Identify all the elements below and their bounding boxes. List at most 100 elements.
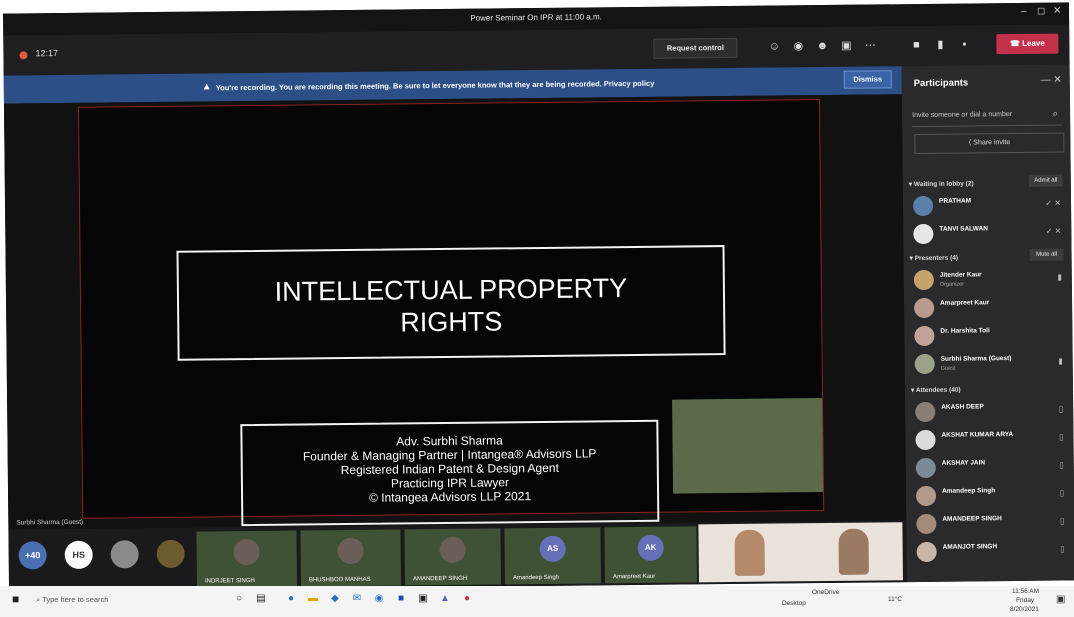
participant-name: Amarpreet Kaur — [612, 573, 656, 581]
admit-all-button[interactable]: Admit all — [1028, 174, 1063, 187]
participant-tile[interactable]: AS Amandeep Singh — [504, 527, 602, 585]
mic-icon[interactable]: ▮ — [931, 36, 949, 54]
close-panel-icon[interactable]: — ✕ — [1041, 75, 1062, 86]
list-item[interactable]: Dr. Harshita Toli — [914, 322, 1068, 350]
file-explorer-icon[interactable]: ▬ — [306, 592, 320, 606]
dismiss-button[interactable]: Dismiss — [843, 70, 892, 89]
list-item[interactable]: PRATHAM ✓ ✕ — [912, 192, 1067, 220]
participant-name: Amandeep Singh — [512, 574, 560, 582]
recording-icon — [19, 51, 28, 60]
invite-placeholder: Invite someone or dial a number — [912, 111, 1013, 120]
share-icon[interactable]: ▪ — [955, 35, 973, 53]
list-item[interactable]: AKSHAT KUMAR ARYA ▯ — [915, 426, 1069, 454]
chrome-icon[interactable]: ◉ — [372, 592, 386, 606]
mic-icon: ▮ — [1058, 356, 1063, 366]
avatar — [915, 457, 936, 479]
invite-input[interactable]: Invite someone or dial a number ⌕ — [912, 104, 1063, 128]
maximize-icon[interactable]: ◻ — [1037, 6, 1045, 17]
participant-name: AKASH DEEP — [941, 403, 984, 411]
attendees-heading[interactable]: ▾ Attendees (40) — [911, 386, 961, 395]
reactions-icon[interactable]: ☻ — [813, 37, 831, 55]
avatar — [913, 269, 934, 291]
avatar — [915, 401, 936, 423]
mic-off-icon: ▯ — [1059, 516, 1065, 526]
edge-icon[interactable]: ● — [284, 592, 298, 606]
people-icon[interactable]: ☺ — [765, 37, 783, 55]
share-invite-button[interactable]: ⟨ Share invite — [914, 132, 1065, 155]
video-person — [838, 528, 869, 575]
mic-off-icon: ▯ — [1059, 488, 1065, 498]
video-placeholder — [672, 398, 824, 494]
close-icon[interactable]: ✕ — [1053, 6, 1062, 17]
avatar[interactable] — [156, 539, 185, 569]
list-item[interactable]: TANVI SALWAN ✓ ✕ — [913, 220, 1067, 248]
store-icon[interactable]: ◆ — [328, 592, 342, 606]
participant-name: Surbhi Sharma (Guest) — [940, 355, 1012, 363]
participants-panel: Participants — ✕ Invite someone or dial … — [901, 64, 1074, 583]
camera-icon[interactable]: ■ — [907, 36, 925, 54]
avatar[interactable] — [110, 540, 139, 569]
mic-icon: ▮ — [1057, 272, 1062, 282]
participant-name: AMANJOT SINGH — [942, 543, 998, 551]
list-item[interactable]: AMANJOT SINGH ▯ — [916, 538, 1071, 566]
more-icon[interactable]: ⋯ — [861, 36, 879, 54]
taskbar-search-input[interactable]: ⌕ Type here to search — [36, 595, 108, 605]
admit-deny-icons[interactable]: ✓ ✕ — [1046, 227, 1062, 236]
list-item[interactable]: Jitender Kaur Organizer ▮ — [913, 266, 1068, 294]
avatar — [914, 353, 935, 375]
chat-icon[interactable]: ◉ — [789, 37, 807, 55]
participant-tile[interactable]: AK Amarpreet Kaur — [604, 526, 697, 584]
list-item[interactable]: Amandeep Singh ▯ — [916, 482, 1070, 510]
banner-text: You're recording. You are recording this… — [215, 78, 655, 93]
admit-deny-icons[interactable]: ✓ ✕ — [1045, 199, 1061, 208]
mail-icon[interactable]: ✉ — [350, 592, 364, 606]
onedrive-label: OneDrive — [812, 589, 840, 596]
leave-button[interactable]: ☎ Leave — [996, 33, 1059, 55]
avatar: AS — [539, 535, 566, 563]
list-item[interactable]: Amarpreet Kaur — [914, 294, 1068, 322]
list-item[interactable]: AKASH DEEP ▯ — [915, 398, 1069, 426]
notification-icon[interactable]: ▣ — [1056, 594, 1065, 605]
avatar — [439, 536, 466, 564]
list-item[interactable]: AKSHAY JAIN ▯ — [915, 454, 1070, 482]
task-view-icon[interactable]: ▤ — [254, 592, 268, 606]
avatar — [233, 538, 260, 566]
app-icon[interactable]: ▣ — [416, 592, 430, 606]
slide-title-line-1: INTELLECTUAL PROPERTY — [274, 273, 628, 307]
avatar — [916, 541, 937, 563]
window-title: Power Seminar On IPR at 11:00 a.m. — [470, 12, 602, 23]
avatar: AK — [637, 534, 664, 561]
participant-name: BHUSHBOO MANHAS — [308, 576, 371, 584]
rooms-icon[interactable]: ▣ — [837, 37, 855, 55]
avatar — [914, 297, 935, 319]
teams-icon[interactable]: ▲ — [438, 592, 452, 606]
mute-all-button[interactable]: Mute all — [1029, 248, 1064, 261]
cortana-icon[interactable]: ○ — [232, 592, 246, 606]
word-icon[interactable]: ■ — [394, 592, 408, 606]
clock-date: 8/20/2021 — [1010, 606, 1039, 613]
participant-tile[interactable]: AMANDEEP SINGH — [404, 528, 502, 586]
list-item[interactable]: AMANDEEP SINGH ▯ — [916, 510, 1070, 538]
participant-name: TANVI SALWAN — [939, 225, 988, 233]
avatar — [912, 195, 934, 217]
lobby-heading[interactable]: ▾ Waiting in lobby (2) — [909, 179, 974, 188]
request-control-button[interactable]: Request control — [653, 37, 738, 59]
participant-strip: +40 HS INDRJEET SINGH BHUSHBOO MANHAS AM… — [8, 520, 908, 592]
participant-tile[interactable]: BHUSHBOO MANHAS — [300, 529, 402, 587]
list-item[interactable]: Surbhi Sharma (Guest) Guest ▮ — [914, 350, 1069, 378]
participant-name: INDRJEET SINGH — [204, 577, 255, 585]
minimize-icon[interactable]: – — [1021, 6, 1027, 17]
lobby-heading-text: Waiting in lobby (2) — [913, 180, 974, 189]
presenters-heading[interactable]: ▾ Presenters (4) — [910, 254, 959, 263]
participant-name: AKSHAY JAIN — [941, 459, 986, 467]
windows-start-icon[interactable]: ■ — [12, 592, 19, 606]
overflow-count-badge[interactable]: +40 — [18, 541, 47, 570]
avatar — [337, 537, 364, 565]
app-icon[interactable]: ● — [460, 592, 474, 606]
search-placeholder: Type here to search — [42, 595, 109, 604]
participant-tile[interactable]: INDRJEET SINGH — [196, 530, 298, 588]
avatar — [915, 429, 936, 451]
presenter-label: Surbhi Sharma (Guest) — [16, 518, 84, 527]
avatar[interactable]: HS — [64, 540, 93, 569]
temperature: 11°C — [888, 596, 903, 603]
